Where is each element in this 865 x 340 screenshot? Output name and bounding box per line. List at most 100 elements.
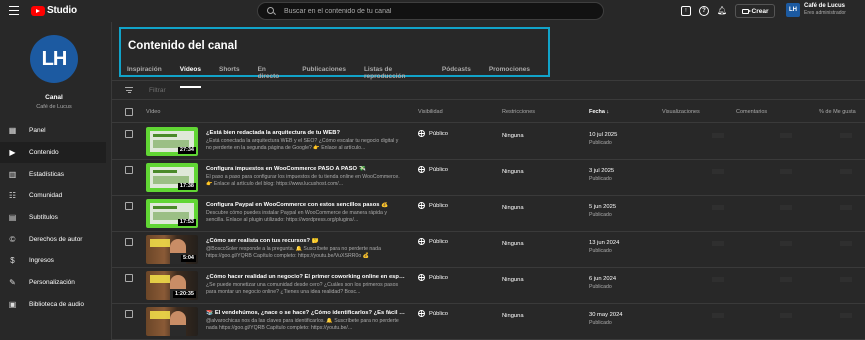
visibility-dropdown[interactable]: Público — [418, 238, 448, 245]
comments-value — [780, 133, 792, 138]
video-description: ¿Está conectada la arquitectura WEB y el… — [206, 138, 399, 151]
table-row[interactable]: 17:38 Configura impuestos en WooCommerce … — [112, 160, 865, 196]
sidebar-item-label: Contenido — [29, 149, 59, 157]
video-title[interactable]: ¿Está bien redactada la arquitectura de … — [206, 130, 406, 136]
globe-icon — [418, 274, 425, 281]
comments-value — [780, 169, 792, 174]
customization-icon: ✎ — [9, 278, 16, 288]
notifications-bell-icon[interactable]: 🔔︎ — [717, 6, 727, 16]
column-restrictions: Restricciones — [502, 109, 536, 115]
video-thumbnail[interactable]: 1:20:35 — [146, 271, 198, 300]
video-duration: 1:20:35 — [173, 291, 196, 298]
comments-value — [780, 313, 792, 318]
likes-value — [840, 277, 852, 282]
restrictions-value: Ninguna — [502, 277, 524, 283]
channel-label: Canal — [45, 94, 63, 101]
likes-value — [840, 205, 852, 210]
select-all-checkbox[interactable] — [125, 108, 133, 116]
sidebar-item-content[interactable]: ▶ Contenido — [0, 141, 106, 164]
visibility-label: Público — [429, 130, 449, 137]
video-camera-icon — [741, 8, 751, 14]
views-value — [712, 313, 724, 318]
video-title[interactable]: ¿Cómo hacer realidad un negocio? El prim… — [206, 274, 406, 280]
video-title[interactable]: Configura impuestos en WooCommerce PASO … — [206, 166, 406, 172]
column-comments[interactable]: Comentarios — [736, 109, 767, 115]
filter-bar[interactable]: Filtrar — [112, 81, 865, 100]
search-input[interactable] — [284, 7, 584, 15]
filter-label[interactable]: Filtrar — [149, 87, 166, 94]
row-checkbox[interactable] — [125, 238, 133, 246]
publish-status: Publicado — [589, 212, 612, 218]
visibility-dropdown[interactable]: Público — [418, 202, 448, 209]
table-row[interactable]: 📚 El vendehúmos, ¿nace o se hace? ¿Cómo … — [112, 304, 865, 340]
filter-icon[interactable] — [125, 87, 133, 93]
visibility-dropdown[interactable]: Público — [418, 310, 448, 317]
publish-date: 3 jul 2025 — [589, 168, 615, 174]
account-role: Eres administrador — [804, 10, 846, 16]
video-thumbnail[interactable]: 17:38 — [146, 163, 198, 192]
video-thumbnail[interactable]: 27:34 — [146, 127, 198, 156]
visibility-dropdown[interactable]: Público — [418, 130, 448, 137]
table-row[interactable]: 27:34 ¿Está bien redactada la arquitectur… — [112, 124, 865, 160]
publish-date: 6 jun 2024 — [589, 276, 617, 282]
column-video: Vídeo — [146, 109, 161, 115]
video-title[interactable]: 📚 El vendehúmos, ¿nace o se hace? ¿Cómo … — [206, 310, 406, 316]
row-checkbox[interactable] — [125, 130, 133, 138]
video-description: ¿Se puede monetizar una comunidad desde … — [206, 282, 399, 295]
column-views[interactable]: Visualizaciones — [662, 109, 700, 115]
table-row[interactable]: 1:20:35 ¿Cómo hacer realidad un negocio? … — [112, 268, 865, 304]
video-thumbnail[interactable]: 5:04 — [146, 235, 198, 264]
sidebar-item-copyright[interactable]: © Derechos de autor — [0, 228, 111, 250]
restrictions-value: Ninguna — [502, 313, 524, 319]
video-title[interactable]: Configura Paypal en WooCommerce con esto… — [206, 202, 406, 208]
search-bar[interactable] — [257, 2, 604, 20]
visibility-dropdown[interactable]: Público — [418, 166, 448, 173]
visibility-label: Público — [429, 274, 449, 281]
row-checkbox[interactable] — [125, 202, 133, 210]
column-date-sort[interactable]: Fecha ↓ — [589, 109, 609, 115]
publish-date: 10 jul 2025 — [589, 132, 618, 138]
sidebar-item-audio-library[interactable]: ▣ Biblioteca de audio — [0, 294, 111, 316]
sidebar-item-earn[interactable]: $ Ingresos — [0, 250, 111, 272]
globe-icon — [418, 310, 425, 317]
sidebar-item-label: Comunidad — [29, 192, 63, 200]
views-value — [712, 241, 724, 246]
publish-status: Publicado — [589, 140, 612, 146]
row-checkbox[interactable] — [125, 166, 133, 174]
visibility-label: Público — [429, 166, 449, 173]
studio-logo[interactable]: Studio — [31, 5, 77, 16]
main-content: Contenido del canal Inspiración Vídeos Sho… — [112, 22, 865, 340]
sidebar-item-analytics[interactable]: ▥ Estadísticas — [0, 163, 111, 185]
account-switcher[interactable]: LH Café de Lucus Eres administrador — [786, 3, 846, 17]
video-thumbnail[interactable] — [146, 307, 198, 336]
comments-value — [780, 277, 792, 282]
sidebar-item-label: Panel — [29, 127, 46, 135]
hamburger-menu-icon[interactable] — [9, 6, 19, 15]
help-icon[interactable]: ? — [699, 6, 709, 16]
channel-avatar[interactable]: LH — [30, 35, 78, 83]
publish-status: Publicado — [589, 176, 612, 182]
visibility-label: Público — [429, 310, 449, 317]
row-checkbox[interactable] — [125, 310, 133, 318]
video-description: @BoscoSoler responde a la pregunta. 🔔 Su… — [206, 246, 381, 259]
sidebar-item-community[interactable]: ☷ Comunidad — [0, 185, 111, 207]
video-title[interactable]: ¿Cómo ser realista con tus recursos? 🤔 — [206, 238, 406, 244]
sidebar-item-customization[interactable]: ✎ Personalización — [0, 272, 111, 294]
sidebar-item-dashboard[interactable]: ▦ Panel — [0, 120, 111, 142]
create-button[interactable]: Crear — [735, 4, 775, 18]
sidebar-item-label: Personalización — [29, 279, 75, 287]
search-icon[interactable] — [267, 6, 276, 16]
table-row[interactable]: 5:04 ¿Cómo ser realista con tus recursos?… — [112, 232, 865, 268]
analytics-icon: ▥ — [8, 169, 17, 179]
visibility-label: Público — [429, 202, 449, 209]
feedback-icon[interactable]: ! — [681, 6, 691, 16]
publish-date: 30 may 2024 — [589, 312, 623, 318]
column-likes[interactable]: % de Me gusta — [819, 109, 856, 115]
visibility-dropdown[interactable]: Público — [418, 274, 448, 281]
video-thumbnail[interactable]: 17:53 — [146, 199, 198, 228]
video-description: @alvarochicas nos da las claves para ide… — [206, 318, 399, 331]
table-row[interactable]: 17:53 Configura Paypal en WooCommerce con… — [112, 196, 865, 232]
sidebar-item-subtitles[interactable]: ▤ Subtítulos — [0, 207, 111, 229]
row-checkbox[interactable] — [125, 274, 133, 282]
content-icon: ▶ — [9, 148, 16, 158]
